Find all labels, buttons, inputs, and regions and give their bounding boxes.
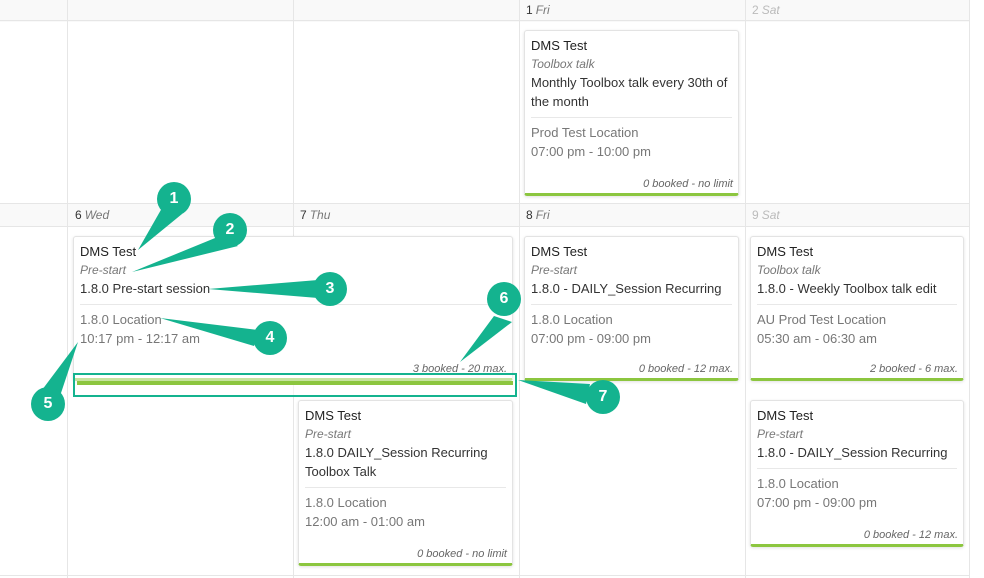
callout-number: 3	[325, 280, 335, 297]
callout-number: 6	[499, 290, 509, 307]
callout-arrow-7	[518, 380, 590, 404]
callout-number: 2	[225, 221, 235, 238]
callout-number: 7	[598, 388, 608, 405]
callout-badge: 5	[31, 387, 65, 421]
callout-number: 1	[169, 190, 179, 207]
callout-badge: 6	[487, 282, 521, 316]
callout-arrow-3	[208, 280, 318, 298]
callout-badge: 7	[586, 380, 620, 414]
callout-arrow-6	[460, 316, 512, 362]
callout-number: 4	[265, 329, 275, 346]
callout-badge: 2	[213, 213, 247, 247]
callout-badge: 3	[313, 272, 347, 306]
callout-arrow-4	[160, 318, 258, 346]
callout-badge: 4	[253, 321, 287, 355]
callout-number: 5	[43, 395, 53, 412]
callout-badge: 1	[157, 182, 191, 216]
